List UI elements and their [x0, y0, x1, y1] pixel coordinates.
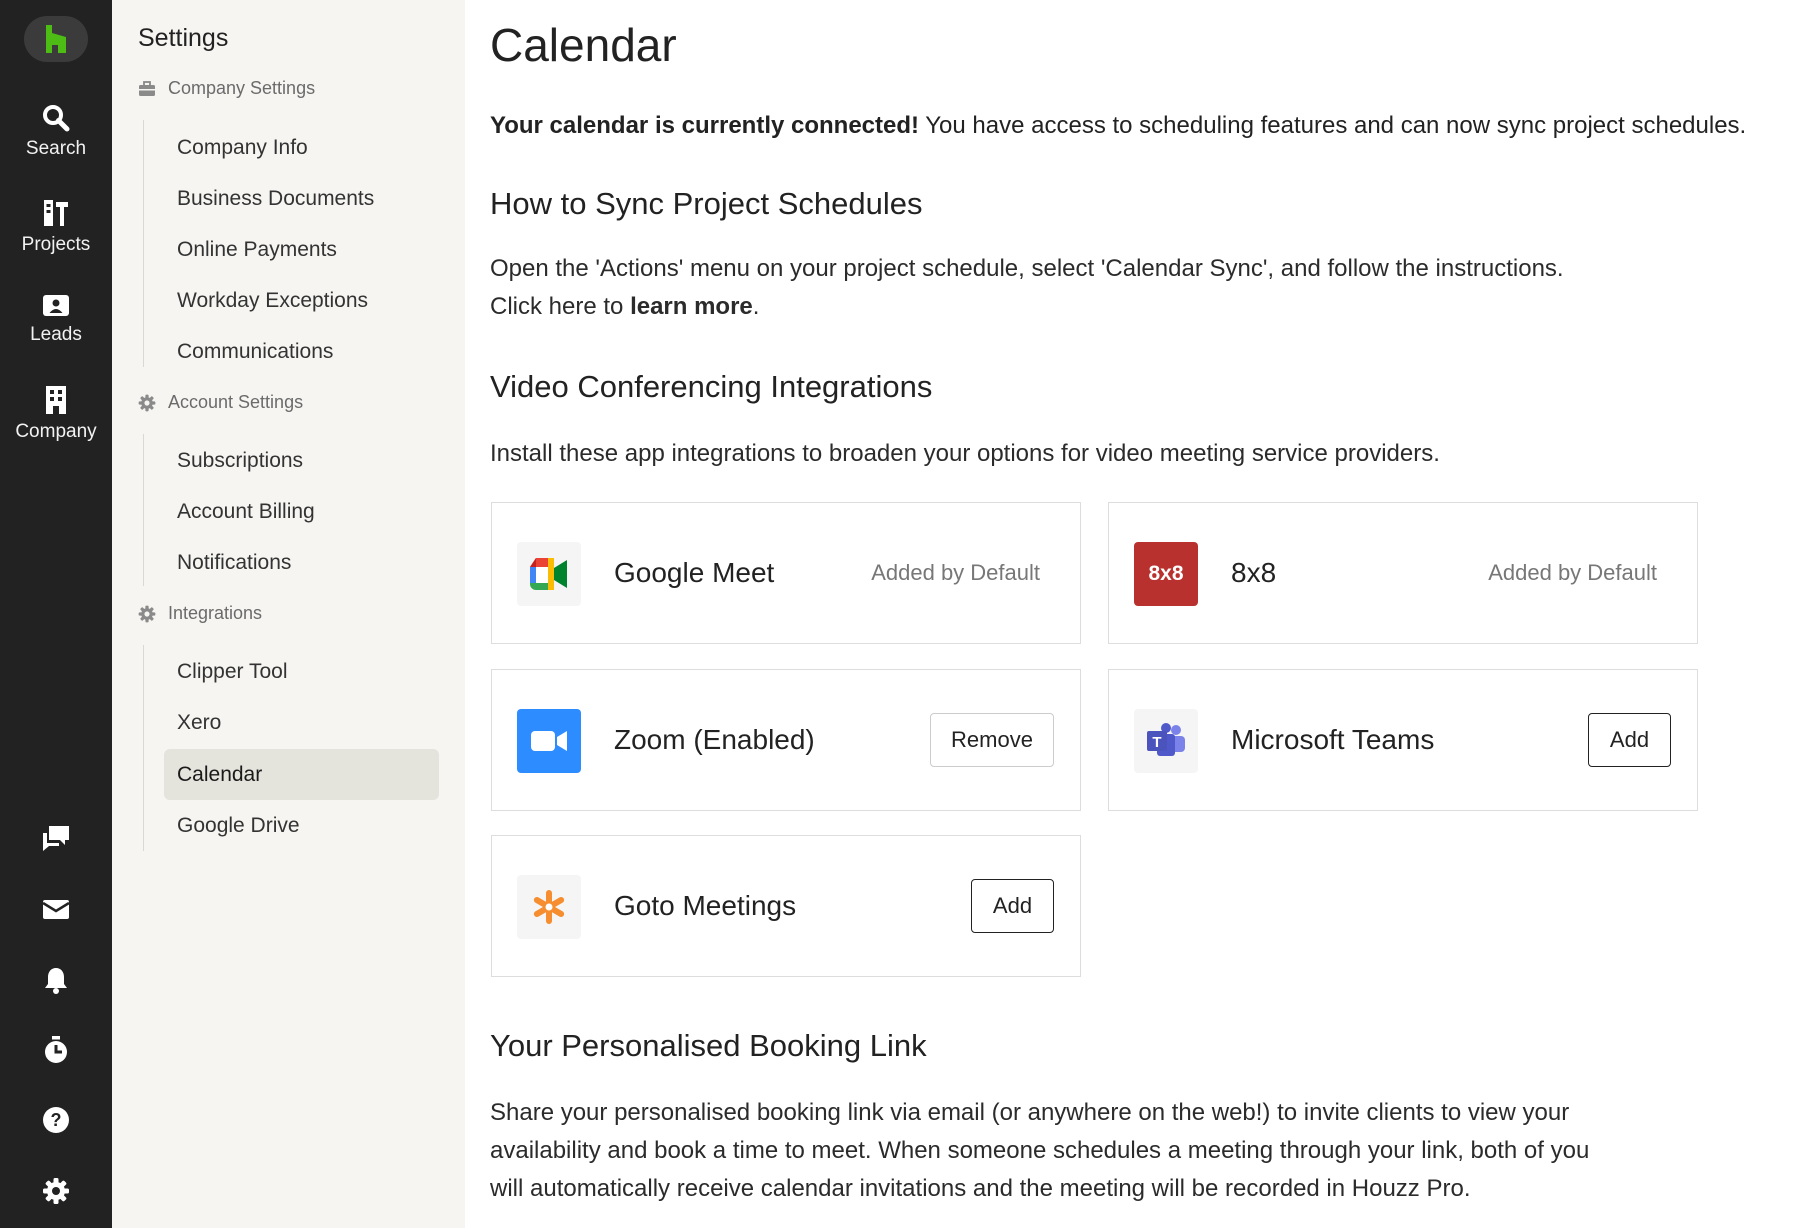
integration-name: Goto Meetings [614, 890, 797, 921]
group-company-settings: Company Settings [138, 78, 315, 99]
houzz-logo-icon [46, 25, 66, 53]
briefcase-icon [138, 80, 156, 98]
rail-help-button[interactable]: ? [36, 1100, 76, 1140]
rail-notifications-button[interactable] [36, 960, 76, 1000]
sidebar-item-workday-exceptions[interactable]: Workday Exceptions [164, 275, 439, 326]
rail-leads-label: Leads [30, 324, 82, 345]
connection-status-bold: Your calendar is currently connected! [490, 112, 920, 139]
sync-instructions-line2: Click here to learn more. [490, 288, 1564, 326]
rail-settings-button[interactable] [36, 1171, 76, 1211]
video-description: Install these app integrations to broade… [490, 440, 1440, 467]
rail-leads[interactable]: Leads [0, 292, 112, 346]
projects-icon [44, 200, 68, 226]
gear-icon [138, 605, 156, 623]
svg-text:T: T [1152, 734, 1161, 751]
connection-status-text: You have access to scheduling features a… [919, 112, 1747, 139]
sync-learn-more-prefix: Click here to [490, 293, 631, 320]
google-meet-icon [517, 542, 581, 606]
learn-more-link[interactable]: learn more [630, 293, 753, 320]
sidebar-item-communications[interactable]: Communications [164, 326, 439, 377]
group-company-settings-label: Company Settings [168, 78, 316, 98]
add-microsoft-teams-button[interactable]: Add [1588, 713, 1671, 767]
connection-status: Your calendar is currently connected! Yo… [490, 112, 1746, 140]
timer-icon [45, 1036, 67, 1063]
integration-name: 8x8 [1231, 557, 1277, 588]
integration-name: Google Meet [614, 557, 775, 588]
booking-description-line: Share your personalised booking link via… [490, 1099, 1570, 1126]
sidebar-title: Settings [138, 24, 229, 52]
group-integrations-label: Integrations [168, 603, 263, 623]
group-integrations: Integrations [138, 603, 262, 624]
houzz-logo[interactable] [24, 16, 88, 62]
inbox-icon [42, 900, 70, 919]
sidebar-item-company-info[interactable]: Company Info [164, 122, 439, 173]
integration-status: Added by Default [871, 560, 1040, 585]
chat-icon [43, 826, 69, 851]
eight-by-eight-logo-text: 8x8 [1148, 562, 1184, 585]
sidebar-item-google-drive[interactable]: Google Drive [164, 800, 439, 851]
integration-card-8x8: 8x8 8x8 Added by Default [1108, 502, 1698, 644]
settings-sidebar: Settings Company Settings Company Info B… [112, 0, 465, 1228]
microsoft-teams-icon: T [1134, 709, 1198, 773]
sync-learn-more-suffix: . [752, 293, 760, 320]
goto-meetings-icon [517, 875, 581, 939]
search-icon [43, 105, 70, 132]
sidebar-item-clipper-tool[interactable]: Clipper Tool [164, 646, 439, 697]
svg-text:?: ? [51, 1110, 62, 1130]
add-goto-meetings-button[interactable]: Add [971, 879, 1054, 933]
page-title: Calendar [490, 19, 677, 71]
rail-projects-label: Projects [21, 234, 91, 255]
sidebar-item-notifications[interactable]: Notifications [164, 537, 439, 588]
bell-icon [45, 968, 67, 994]
sidebar-item-account-billing[interactable]: Account Billing [164, 486, 439, 537]
rail-messages-button[interactable] [36, 818, 76, 858]
rail-timer-button[interactable] [36, 1030, 76, 1070]
integration-card-goto-meetings: Goto Meetings Add [491, 835, 1081, 977]
app-rail: Search Projects Leads Company ? [0, 0, 112, 1228]
integration-name: Zoom (Enabled) [614, 724, 815, 755]
company-icon [46, 386, 66, 414]
leads-icon [43, 295, 69, 316]
booking-heading: Your Personalised Booking Link [490, 1028, 927, 1063]
rail-search[interactable]: Search [0, 104, 112, 160]
integration-card-zoom: Zoom (Enabled) Remove [491, 669, 1081, 811]
booking-description: Share your personalised booking link via… [490, 1094, 1589, 1208]
booking-description-line: availability and book a time to meet. Wh… [490, 1137, 1590, 1164]
sync-heading: How to Sync Project Schedules [490, 186, 923, 221]
gear-icon [43, 1178, 69, 1204]
rail-company[interactable]: Company [0, 385, 112, 443]
integration-card-microsoft-teams: T Microsoft Teams Add [1108, 669, 1698, 811]
remove-zoom-button[interactable]: Remove [930, 713, 1054, 767]
integration-card-google-meet: Google Meet Added by Default [491, 502, 1081, 644]
integration-status: Added by Default [1488, 560, 1657, 585]
rail-inbox-button[interactable] [36, 889, 76, 929]
sidebar-item-online-payments[interactable]: Online Payments [164, 224, 439, 275]
rail-projects[interactable]: Projects [0, 198, 112, 256]
group-account-settings-label: Account Settings [168, 392, 304, 412]
group-account-settings: Account Settings [138, 392, 303, 413]
sidebar-item-xero[interactable]: Xero [164, 697, 439, 748]
eight-by-eight-icon: 8x8 [1134, 542, 1198, 606]
help-icon: ? [43, 1107, 69, 1133]
sidebar-item-subscriptions[interactable]: Subscriptions [164, 435, 439, 486]
booking-description-line: will automatically receive calendar invi… [490, 1175, 1471, 1202]
video-heading: Video Conferencing Integrations [490, 369, 933, 404]
rail-search-label: Search [25, 138, 87, 159]
group-company-divider [143, 120, 144, 367]
sync-instructions: Open the 'Actions' menu on your project … [490, 250, 1564, 326]
rail-company-label: Company [15, 421, 97, 442]
sync-instructions-line1: Open the 'Actions' menu on your project … [490, 255, 1564, 282]
zoom-icon [517, 709, 581, 773]
main-content: Calendar Your calendar is currently conn… [490, 0, 1816, 1228]
sidebar-item-business-documents[interactable]: Business Documents [164, 173, 439, 224]
group-integrations-divider [143, 645, 144, 851]
group-account-divider [143, 434, 144, 586]
sidebar-item-calendar[interactable]: Calendar [164, 749, 439, 800]
integration-name: Microsoft Teams [1231, 724, 1435, 755]
gear-icon [138, 394, 156, 412]
